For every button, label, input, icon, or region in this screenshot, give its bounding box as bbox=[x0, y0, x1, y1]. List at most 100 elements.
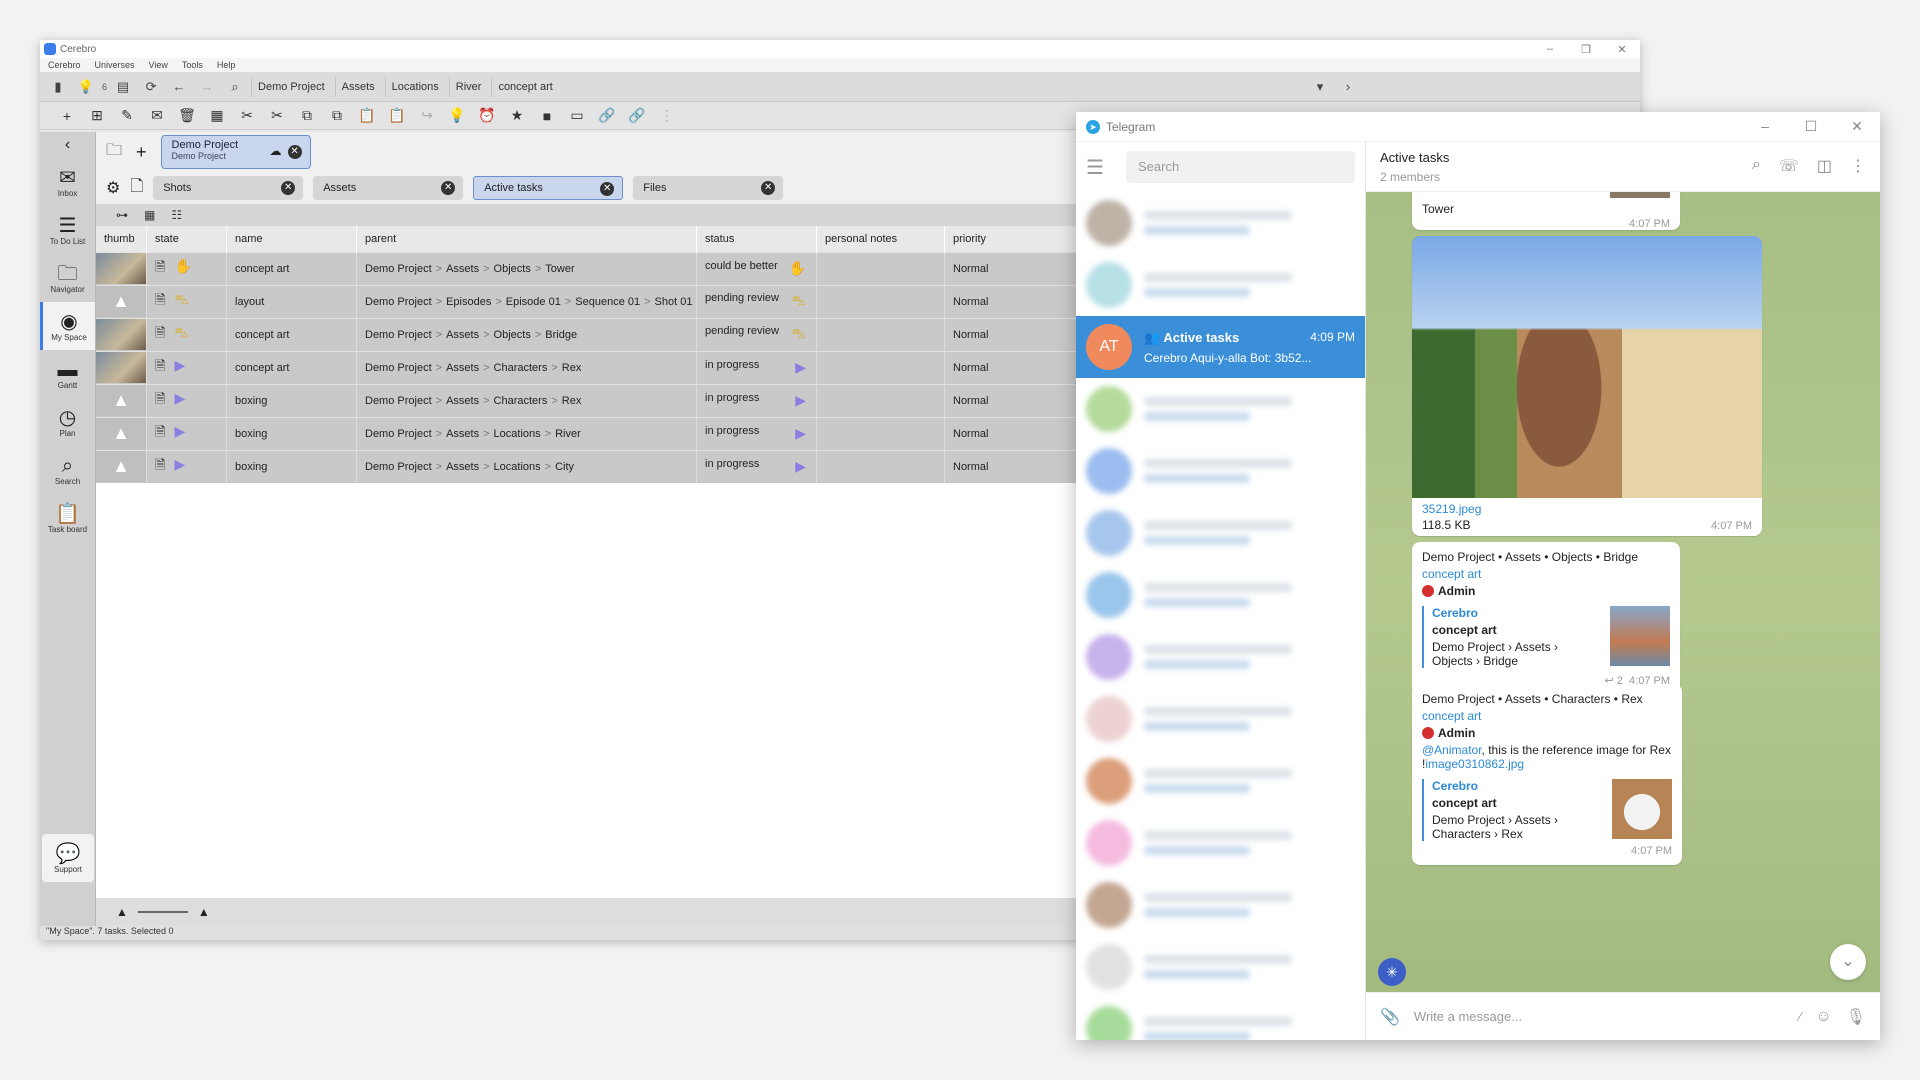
task-status[interactable]: pending review ⛍ bbox=[696, 284, 817, 318]
restore-icon[interactable]: ❐ bbox=[1568, 43, 1604, 56]
menu-help[interactable]: Help bbox=[217, 60, 236, 70]
close-tab-icon[interactable]: ✕ bbox=[287, 145, 302, 159]
gear-icon[interactable]: ⚙ bbox=[106, 178, 120, 198]
message-tower[interactable]: Tower 4:07 PM bbox=[1412, 192, 1680, 230]
sidebar-item-todo[interactable]: ☰ To Do List bbox=[40, 206, 95, 254]
commands-icon[interactable]: ⁄ bbox=[1799, 1009, 1801, 1024]
task-status[interactable]: in progress ▶ bbox=[696, 416, 817, 450]
parent-segment[interactable]: Characters bbox=[494, 362, 548, 374]
parent-segment[interactable]: Demo Project bbox=[365, 461, 432, 473]
thumbnail-image[interactable] bbox=[96, 319, 146, 350]
microphone-icon[interactable]: 🎙 bbox=[1846, 1007, 1866, 1027]
copy-link-icon[interactable]: ⧉ bbox=[322, 104, 352, 128]
comment-icon[interactable]: ✉ bbox=[142, 104, 172, 128]
link-icon[interactable]: 🔗 bbox=[592, 104, 622, 128]
personal-notes[interactable] bbox=[816, 284, 945, 318]
thumbnail-image[interactable]: ▲ bbox=[96, 451, 146, 483]
menu-cerebro[interactable]: Cerebro bbox=[48, 60, 81, 70]
filter-shots[interactable]: Shots ✕ bbox=[153, 176, 304, 200]
task-status[interactable]: in progress ▶ bbox=[696, 350, 817, 384]
parent-segment[interactable]: Assets bbox=[446, 263, 479, 275]
add-icon[interactable]: + bbox=[52, 104, 82, 128]
chevron-right-icon[interactable]: › bbox=[1336, 76, 1360, 98]
parent-segment[interactable]: Assets bbox=[446, 329, 479, 341]
chat-item[interactable] bbox=[1076, 254, 1365, 316]
settings-sliders-icon[interactable]: ☷ bbox=[171, 208, 182, 222]
paste-icon[interactable]: 📋 bbox=[352, 104, 382, 128]
file-link[interactable]: 35219.jpeg bbox=[1422, 502, 1752, 516]
zoom-out-icon[interactable]: ▲ bbox=[116, 905, 128, 919]
reply-preview[interactable]: Cerebro concept art Demo Project › Asset… bbox=[1422, 779, 1672, 841]
breadcrumb-locations[interactable]: Locations bbox=[384, 76, 445, 97]
filter-active-tasks[interactable]: Active tasks ✕ bbox=[473, 176, 624, 200]
book-icon[interactable]: ▮ bbox=[46, 76, 70, 98]
thumbnail-image[interactable] bbox=[96, 352, 146, 383]
sidebar-item-plan[interactable]: ◷ Plan bbox=[40, 398, 95, 446]
add-task-icon[interactable]: ⊞ bbox=[82, 104, 112, 128]
task-link[interactable]: concept art bbox=[1422, 709, 1672, 723]
chat-item-active-tasks[interactable]: AT 👥 Active tasks 4:09 PM Cerebro Aqui-y-… bbox=[1076, 316, 1365, 378]
col-notes[interactable]: personal notes bbox=[816, 226, 945, 252]
parent-segment[interactable]: City bbox=[555, 461, 574, 473]
personal-notes[interactable] bbox=[816, 416, 945, 450]
attach-icon[interactable]: 📎 bbox=[1380, 1007, 1400, 1027]
breadcrumb-river[interactable]: River bbox=[448, 76, 488, 97]
task-link[interactable]: concept art bbox=[1422, 567, 1670, 581]
back-icon[interactable]: ← bbox=[167, 76, 191, 98]
sidebar-toggle-icon[interactable]: ◫ bbox=[1817, 156, 1832, 176]
chat-header[interactable]: Active tasks 2 members ⌕ ☏ ◫ ⋮ bbox=[1366, 142, 1880, 192]
maximize-icon[interactable]: ☐ bbox=[1788, 118, 1834, 135]
chat-item[interactable] bbox=[1076, 688, 1365, 750]
message-photo[interactable]: 35219.jpeg 118.5 KB 4:07 PM bbox=[1412, 236, 1762, 536]
chat-item[interactable] bbox=[1076, 502, 1365, 564]
thumbnail-image[interactable]: ▲ bbox=[96, 418, 146, 449]
message-input[interactable]: Write a message... bbox=[1414, 1009, 1785, 1024]
lightbulb-icon[interactable]: 💡 bbox=[74, 76, 98, 98]
parent-segment[interactable]: Objects bbox=[494, 263, 531, 275]
parent-segment[interactable]: River bbox=[555, 428, 581, 440]
chat-item[interactable] bbox=[1076, 998, 1365, 1040]
close-icon[interactable]: ✕ bbox=[441, 181, 456, 195]
parent-segment[interactable]: Characters bbox=[494, 395, 548, 407]
collapse-icon[interactable]: ‹ bbox=[40, 132, 95, 158]
paste-link-icon[interactable]: 📋 bbox=[382, 104, 412, 128]
chat-item[interactable] bbox=[1076, 564, 1365, 626]
zoom-slider[interactable] bbox=[137, 911, 188, 913]
parent-segment[interactable]: Rex bbox=[562, 362, 582, 374]
parent-segment[interactable]: Demo Project bbox=[365, 395, 432, 407]
close-icon[interactable]: ✕ bbox=[761, 181, 776, 195]
task-status[interactable]: pending review ⛍ bbox=[696, 317, 817, 351]
col-status[interactable]: status bbox=[696, 226, 817, 252]
dropdown-icon[interactable]: ▾ bbox=[1308, 76, 1332, 98]
more-icon[interactable]: ⋮ bbox=[1850, 156, 1866, 176]
message-rex[interactable]: Demo Project • Assets • Characters • Rex… bbox=[1412, 684, 1682, 865]
parent-segment[interactable]: Episode 01 bbox=[506, 296, 561, 308]
breadcrumb-assets[interactable]: Assets bbox=[334, 76, 381, 97]
forward-icon[interactable]: → bbox=[195, 76, 219, 98]
chat-item[interactable] bbox=[1076, 192, 1365, 254]
archive-icon[interactable]: ▦ bbox=[202, 104, 232, 128]
col-state[interactable]: state bbox=[146, 226, 227, 252]
bridge-thumbnail[interactable] bbox=[1610, 606, 1670, 666]
chat-item[interactable] bbox=[1076, 874, 1365, 936]
task-status[interactable]: in progress ▶ bbox=[696, 383, 817, 417]
parent-segment[interactable]: Assets bbox=[446, 461, 479, 473]
search-icon[interactable]: ⌕ bbox=[1752, 156, 1761, 176]
close-icon[interactable]: ✕ bbox=[1604, 43, 1640, 56]
parent-segment[interactable]: Bridge bbox=[545, 329, 577, 341]
add-tab-icon[interactable]: + bbox=[136, 142, 147, 163]
thumbnail-image[interactable]: ▲ bbox=[96, 286, 146, 317]
task-status[interactable]: could be better ✋ bbox=[696, 251, 817, 285]
menu-tools[interactable]: Tools bbox=[182, 60, 203, 70]
breadcrumb-demo-project[interactable]: Demo Project bbox=[251, 76, 331, 97]
personal-notes[interactable] bbox=[816, 350, 945, 384]
unlink-icon[interactable]: 🔗 bbox=[622, 104, 652, 128]
alarm-icon[interactable]: ⏰ bbox=[472, 104, 502, 128]
close-icon[interactable]: ✕ bbox=[1834, 118, 1880, 135]
menu-view[interactable]: View bbox=[149, 60, 168, 70]
col-thumb[interactable]: thumb bbox=[96, 226, 147, 252]
menu-icon[interactable]: ☰ bbox=[1086, 155, 1126, 180]
more-icon[interactable]: ⋮ bbox=[652, 104, 682, 128]
refresh-icon[interactable]: ⟳ bbox=[139, 76, 163, 98]
folder-icon[interactable]: 🗀 bbox=[106, 139, 122, 166]
